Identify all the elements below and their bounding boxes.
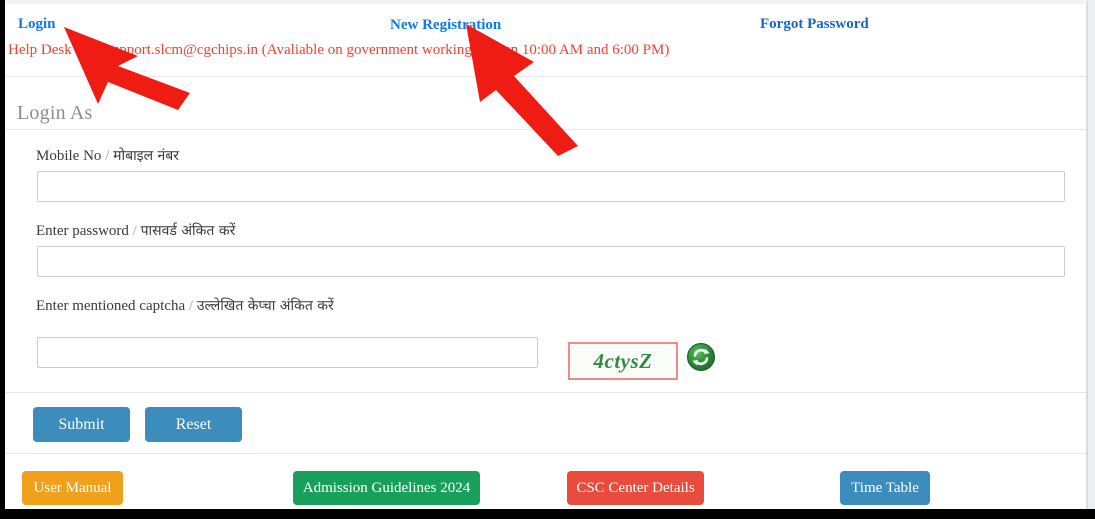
captcha-label-en: Enter mentioned captcha (36, 298, 186, 314)
page-content: Login New Registration Forgot Password H… (5, 4, 1087, 509)
label-separator: / (105, 148, 110, 164)
nav-link-new-registration[interactable]: New Registration (390, 17, 501, 34)
window-right-scrollbar[interactable] (1087, 0, 1095, 519)
captcha-label: Enter mentioned captcha / उल्लेखित केप्च… (36, 296, 334, 315)
divider-top (5, 76, 1086, 77)
nav-link-login[interactable]: Login (18, 16, 56, 33)
reset-button[interactable]: Reset (145, 407, 242, 442)
captcha-image-text: 4ctysZ (593, 348, 653, 373)
password-input[interactable] (37, 246, 1065, 277)
password-label-hi: पासवर्ड अंकित करें (140, 223, 236, 239)
mobile-no-label-en: Mobile No (36, 148, 102, 164)
help-desk-text: Help Desk : 09, support.slcm@cgchips.in … (8, 42, 670, 58)
submit-button[interactable]: Submit (33, 407, 130, 442)
user-manual-button[interactable]: User Manual (22, 471, 123, 505)
divider-footer (5, 453, 1086, 454)
window-bottom-edge (0, 509, 1095, 519)
mobile-no-input[interactable] (37, 171, 1065, 202)
captcha-label-hi: उल्लेखित केप्चा अंकित करें (196, 298, 334, 314)
captcha-image: 4ctysZ (568, 342, 678, 380)
login-as-heading: Login As (17, 102, 93, 124)
mobile-no-label: Mobile No / मोबाइल नंबर (36, 146, 179, 165)
login-page: Login New Registration Forgot Password H… (0, 0, 1095, 519)
csc-center-details-button[interactable]: CSC Center Details (567, 471, 704, 505)
password-label: Enter password / पासवर्ड अंकित करें (36, 221, 235, 240)
window-top-edge (5, 0, 1095, 4)
admission-guidelines-button[interactable]: Admission Guidelines 2024 (293, 471, 480, 505)
label-separator: / (188, 298, 194, 314)
divider-actions (5, 392, 1086, 393)
top-navigation: Login New Registration Forgot Password (5, 4, 1086, 40)
label-separator: / (132, 223, 137, 239)
nav-link-forgot-password[interactable]: Forgot Password (760, 16, 869, 33)
mobile-no-label-hi: मोबाइल नंबर (113, 148, 180, 164)
password-label-en: Enter password (36, 223, 129, 239)
time-table-button[interactable]: Time Table (840, 471, 930, 505)
refresh-icon[interactable] (686, 342, 716, 372)
captcha-input[interactable] (37, 337, 538, 368)
window-left-edge (0, 0, 5, 519)
divider-heading (5, 129, 1086, 130)
